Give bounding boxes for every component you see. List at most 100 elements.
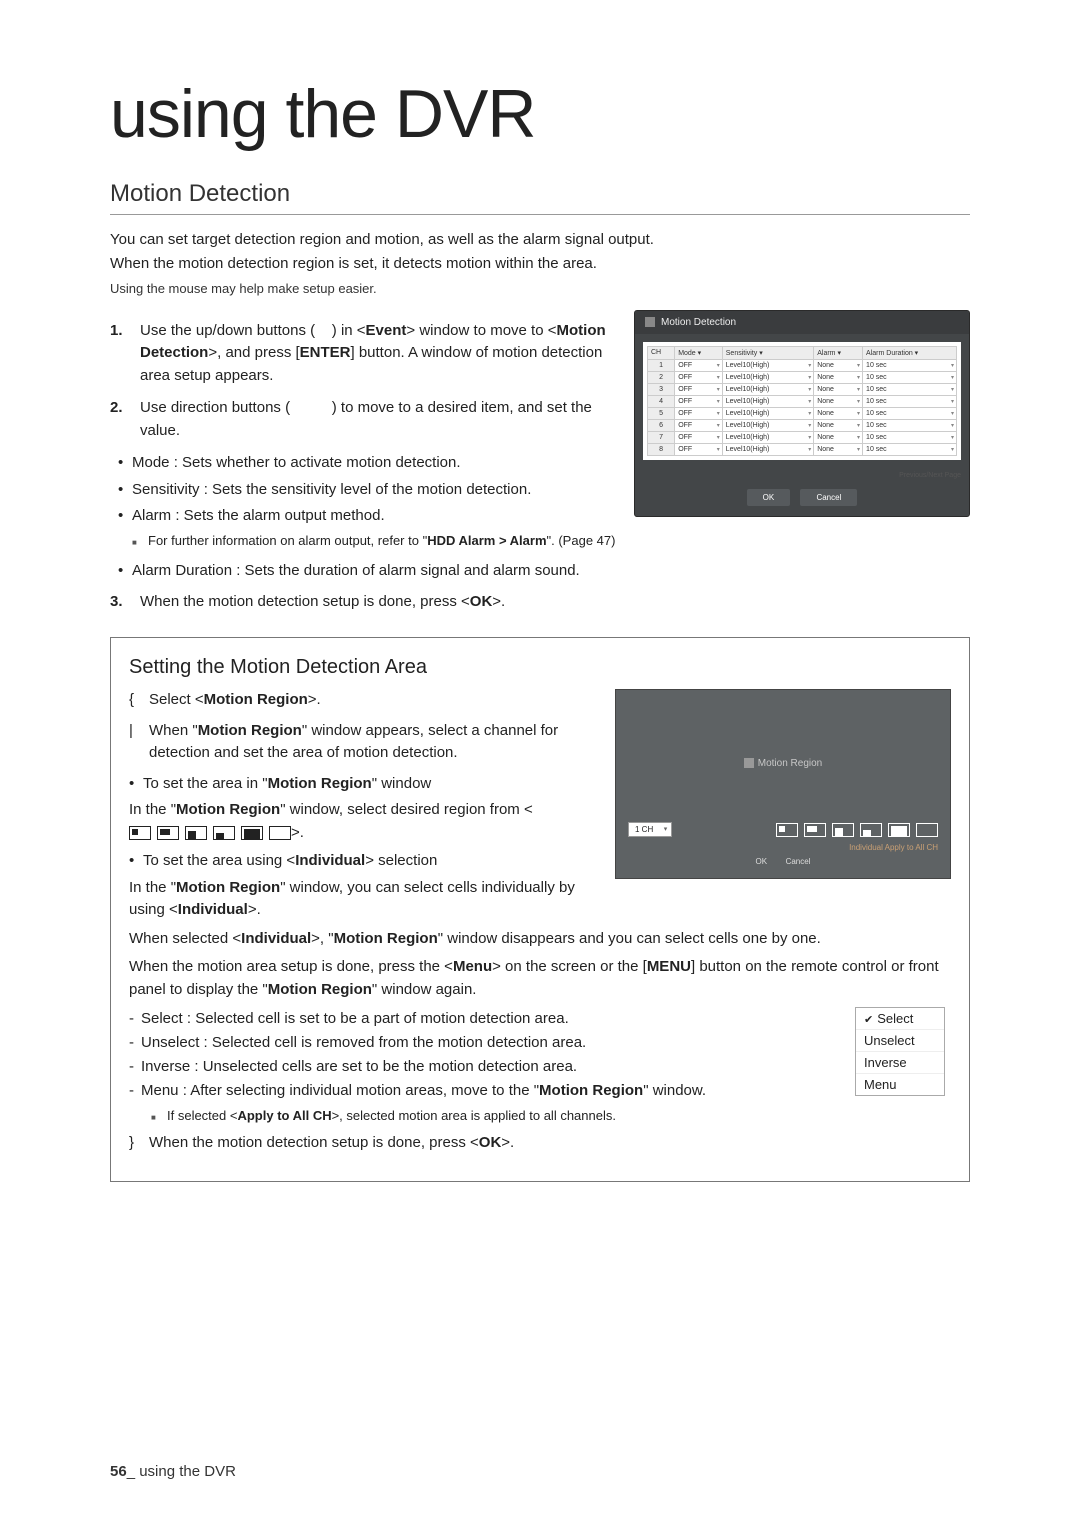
cell-sensitivity[interactable]: Level10(High) [722,431,813,443]
t: >. [501,1134,514,1151]
cell-duration[interactable]: 10 sec [863,419,957,431]
step-1: 1. Use the up/down buttons ( ) in <Event… [110,320,618,388]
ctx-unselect[interactable]: Unselect [856,1030,944,1052]
cell-alarm[interactable]: None [814,407,863,419]
cell-mode[interactable]: OFF [675,419,723,431]
preset-icon [213,826,235,840]
section-title: Motion Detection [110,180,970,208]
cell-sensitivity[interactable]: Level10(High) [722,383,813,395]
t: To set the area using < [143,852,295,869]
mr-preset-icons[interactable] [776,823,938,837]
motion-icon [744,758,754,768]
col-alarm[interactable]: Alarm ▾ [814,346,863,359]
ok-button[interactable]: OK [747,489,791,506]
context-menu: ✔Select Unselect Inverse Menu [855,1007,945,1096]
t: In the " [129,879,176,896]
menu-key-kw: MENU [647,958,691,975]
cancel-button[interactable]: Cancel [800,489,857,506]
t: >, and press [ [208,344,299,361]
preset-icon [129,826,151,840]
dash-select: Select : Selected cell is set to be a pa… [129,1007,951,1031]
box-title: Setting the Motion Detection Area [129,656,951,679]
cell-mode[interactable]: OFF [675,407,723,419]
cell-alarm[interactable]: None [814,443,863,455]
cell-ch: 3 [648,383,675,395]
t: When selected < [129,930,241,947]
cell-sensitivity[interactable]: Level10(High) [722,371,813,383]
motion-region-kw: Motion Region [268,981,372,998]
cell-duration[interactable]: 10 sec [863,443,957,455]
t: For further information on alarm output,… [148,533,427,548]
page-number: 56 [110,1463,127,1480]
cell-sensitivity[interactable]: Level10(High) [722,443,813,455]
mr-ok-button[interactable]: OK [756,857,768,866]
cell-alarm[interactable]: None [814,395,863,407]
ctx-menu-item[interactable]: Menu [856,1074,944,1095]
t: >. [291,824,304,841]
individual-kw: Individual [178,901,248,918]
t: >, selected motion area is applied to al… [332,1108,616,1123]
cell-mode[interactable]: OFF [675,371,723,383]
col-duration[interactable]: Alarm Duration ▾ [863,346,957,359]
cell-duration[interactable]: 10 sec [863,407,957,419]
mr-hint[interactable]: Individual Apply to All CH [628,843,938,852]
table-row: 2OFFLevel10(High)None10 sec [648,371,957,383]
cell-alarm[interactable]: None [814,431,863,443]
cell-duration[interactable]: 10 sec [863,371,957,383]
mr-cancel-button[interactable]: Cancel [786,857,811,866]
cell-mode[interactable]: OFF [675,431,723,443]
alarm-subnote: For further information on alarm output,… [110,532,618,551]
step-2: 2. Use direction buttons ( ) to move to … [110,397,618,442]
t: When the motion area setup is done, pres… [129,958,453,975]
cell-duration[interactable]: 10 sec [863,395,957,407]
cell-mode[interactable]: OFF [675,359,723,371]
cell-sensitivity[interactable]: Level10(High) [722,395,813,407]
event-kw: Event [366,322,407,339]
col-ch[interactable]: CH [648,346,675,359]
mr-channel-select[interactable]: 1 CH [628,822,672,837]
ok-kw: OK [479,1134,502,1151]
cell-sensitivity[interactable]: Level10(High) [722,407,813,419]
cell-ch: 5 [648,407,675,419]
cell-duration[interactable]: 10 sec [863,359,957,371]
cell-mode[interactable]: OFF [675,395,723,407]
box-plain-menu: When the motion area setup is done, pres… [129,956,951,1001]
cell-alarm[interactable]: None [814,359,863,371]
box-bullet-individual: To set the area using <Individual> selec… [129,850,599,873]
step-number: 2. [110,397,123,420]
pager[interactable]: Previous/Next Page [635,468,969,481]
mark: | [129,720,133,743]
cell-alarm[interactable]: None [814,371,863,383]
t: " window, select desired region from < [280,801,533,818]
col-mode[interactable]: Mode ▾ [675,346,723,359]
box-bullet-area: To set the area in "Motion Region" windo… [129,773,599,796]
page-footer: 56_ using the DVR [110,1463,236,1480]
preset-icon [157,826,179,840]
cell-duration[interactable]: 10 sec [863,383,957,395]
t: >, " [311,930,333,947]
ctx-select[interactable]: ✔Select [856,1008,944,1030]
apply-all-kw: Apply to All CH [237,1108,331,1123]
hdd-alarm-kw: HDD Alarm > Alarm [427,533,546,548]
motion-region-dialog: Motion Region 1 CH Individual [615,689,951,879]
cell-mode[interactable]: OFF [675,443,723,455]
motion-region-kw: Motion Region [268,775,372,792]
t: ". (Page 47) [547,533,616,548]
cell-sensitivity[interactable]: Level10(High) [722,359,813,371]
motion-area-box: Setting the Motion Detection Area { Sele… [110,637,970,1181]
motion-region-kw: Motion Region [539,1082,643,1099]
cell-alarm[interactable]: None [814,383,863,395]
cell-alarm[interactable]: None [814,419,863,431]
box-step-3: } When the motion detection setup is don… [129,1132,951,1155]
menu-kw: Menu [453,958,492,975]
cell-mode[interactable]: OFF [675,383,723,395]
mark: { [129,689,134,712]
col-sensitivity[interactable]: Sensitivity ▾ [722,346,813,359]
t: " window. [643,1082,706,1099]
t: >. [308,691,321,708]
mark: } [129,1132,134,1155]
cell-sensitivity[interactable]: Level10(High) [722,419,813,431]
ctx-inverse[interactable]: Inverse [856,1052,944,1074]
t: When the motion detection setup is done,… [149,1134,479,1151]
cell-duration[interactable]: 10 sec [863,431,957,443]
